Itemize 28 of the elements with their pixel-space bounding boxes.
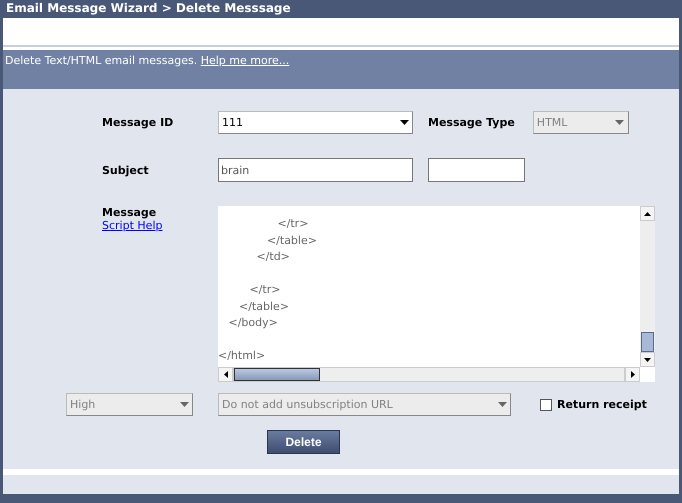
- info-text: Delete Text/HTML email messages. Help me more...: [5, 54, 290, 67]
- left-arrow-icon[interactable]: [224, 371, 228, 378]
- caret-icon: [615, 120, 624, 125]
- dropdown[interactable]: 111: [218, 111, 413, 134]
- checkbox-label: Return receipt: [557, 398, 647, 411]
- field-label: Subject: [102, 164, 150, 176]
- help-link[interactable]: Help me more...: [200, 54, 290, 67]
- window-title: Email Message Wizard > Delete Messsage: [3, 0, 679, 18]
- scroll-thumb[interactable]: [234, 368, 320, 381]
- vertical-scrollbar[interactable]: [640, 206, 655, 367]
- message-textarea[interactable]: </tr> </table> </td> </tr> </table> </body> </html>: [218, 206, 655, 382]
- right-arrow-icon[interactable]: [630, 371, 634, 378]
- caret-icon: [180, 402, 188, 407]
- scroll-thumb[interactable]: [641, 332, 654, 352]
- field-label: Message Type: [428, 116, 515, 129]
- script-help-link[interactable]: Script Help: [102, 219, 162, 232]
- horizontal-scrollbar[interactable]: [218, 367, 640, 382]
- input-field[interactable]: [428, 158, 525, 182]
- field-label: Message: [102, 206, 158, 219]
- caret-icon: [400, 120, 408, 125]
- delete-button[interactable]: Delete: [267, 430, 340, 454]
- up-arrow-icon[interactable]: [644, 212, 651, 216]
- down-arrow-icon[interactable]: [644, 358, 651, 362]
- field-label: Message ID: [102, 116, 174, 129]
- checkbox[interactable]: [540, 398, 552, 410]
- input-field[interactable]: brain: [218, 158, 413, 182]
- message-text: </tr> </table> </td> </tr> </table> </body> </html>: [218, 216, 318, 364]
- caret-icon: [498, 402, 506, 407]
